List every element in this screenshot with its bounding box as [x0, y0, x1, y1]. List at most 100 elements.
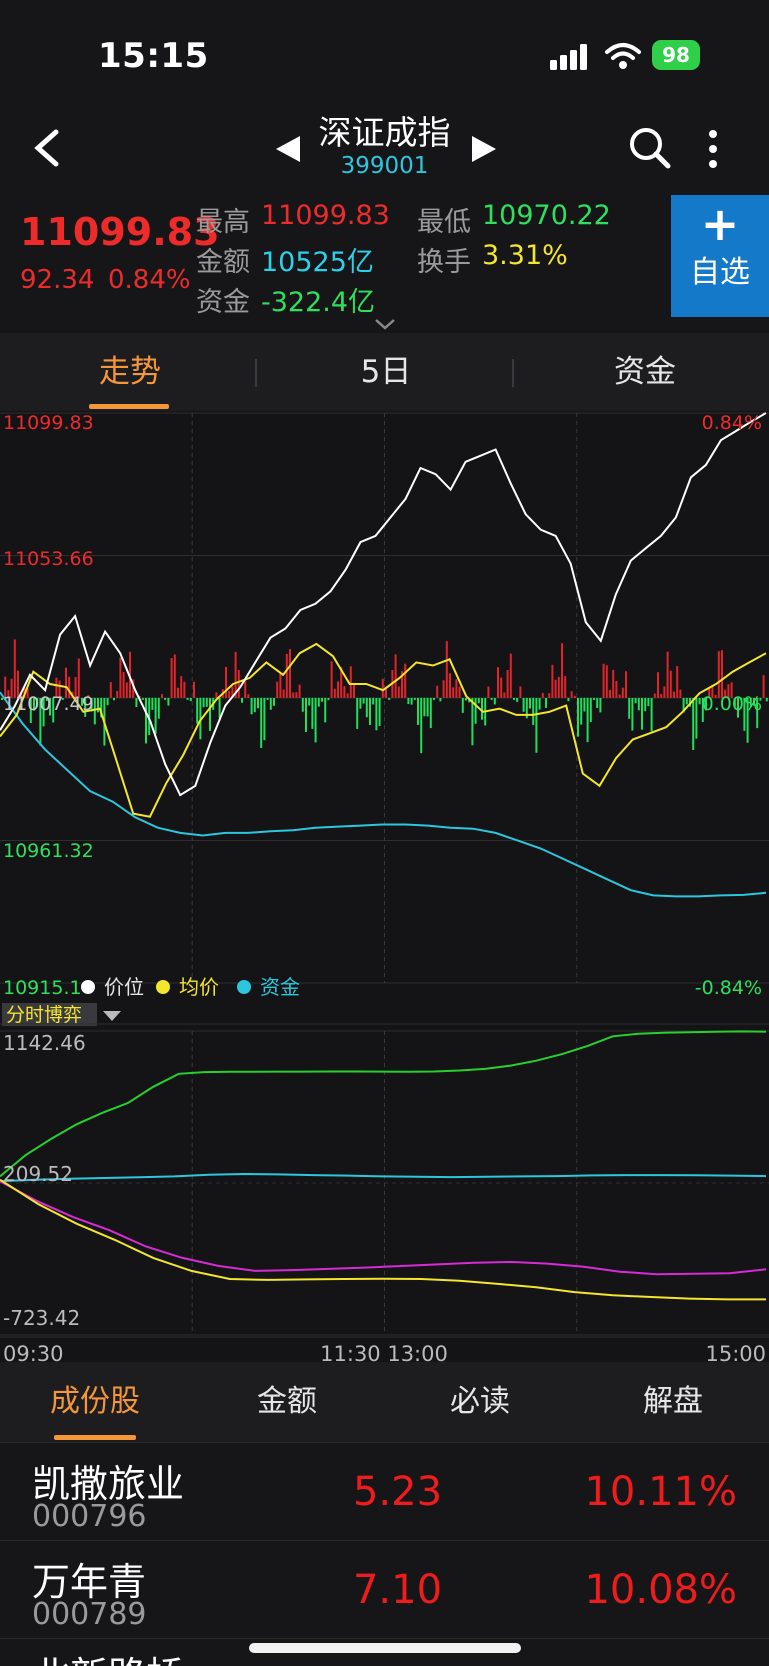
volume-bar — [493, 697, 496, 705]
list-item[interactable]: 万年青 000789 7.10 10.08% — [0, 1540, 769, 1638]
volume-bar — [113, 697, 115, 701]
tab-constituents[interactable]: 成份股 — [30, 1362, 160, 1442]
fund-label: 资金 — [196, 287, 250, 318]
y-label-mid: 11007.49 — [3, 693, 94, 715]
volume-bar — [541, 692, 544, 698]
volume-bar — [628, 697, 631, 719]
volume-bar — [308, 697, 311, 706]
volume-bar — [513, 697, 515, 700]
turnover-label: 换手 — [417, 247, 471, 278]
add-watchlist-button[interactable]: + 自选 — [671, 195, 769, 317]
tab-5day[interactable]: 5日 — [316, 333, 456, 411]
x-label-close: 15:00 — [705, 1342, 766, 1363]
y-label-bottom: 10915.1 — [3, 977, 82, 999]
price-change: 92.34 — [20, 265, 95, 295]
volume-bar — [250, 697, 253, 715]
tab-trend[interactable]: 走势 — [60, 333, 200, 411]
tab-must-read[interactable]: 必读 — [415, 1362, 545, 1442]
sub-y-label-top: 1142.46 — [3, 1031, 86, 1055]
tab-amount[interactable]: 金额 — [222, 1362, 352, 1442]
volume-bar — [353, 683, 355, 698]
volume-bar — [644, 697, 647, 712]
volume-bar — [637, 697, 640, 711]
volume-bar — [167, 697, 170, 706]
volume-bar — [692, 697, 695, 750]
volume-bar — [244, 680, 247, 698]
volume-bar — [337, 681, 339, 698]
volume-bar — [487, 686, 490, 698]
volume-bar — [573, 695, 576, 698]
panel-title[interactable]: 分时博弈 — [6, 1004, 82, 1026]
volume-bar — [298, 684, 301, 698]
legend-fund: 资金 — [260, 975, 300, 999]
volume-bar — [529, 697, 531, 709]
volume-bar — [669, 670, 672, 698]
volume-bar — [596, 697, 599, 709]
volume-bar — [161, 694, 163, 698]
expand-chevron-icon[interactable] — [374, 318, 396, 330]
volume-bar — [410, 697, 413, 705]
volume-bar — [247, 694, 250, 698]
volume-bar — [679, 689, 682, 698]
x-label-noon: 11:30 13:00 — [320, 1342, 448, 1363]
volume-bar — [698, 697, 701, 705]
volume-bar — [618, 694, 621, 698]
volume-bar — [673, 691, 675, 698]
fund-game-chart[interactable]: 分时博弈 1142.46 209.52 -723.42 09:30 11:30 … — [0, 1001, 769, 1363]
volume-bar — [663, 686, 666, 698]
volume-bar — [599, 697, 602, 713]
volume-bar — [145, 697, 147, 744]
volume-bar — [116, 690, 119, 698]
volume-bar — [426, 697, 429, 717]
tab-fund[interactable]: 资金 — [575, 333, 715, 411]
tab-analysis[interactable]: 解盘 — [608, 1362, 738, 1442]
volume-bar — [276, 681, 279, 698]
volume-bar — [413, 697, 416, 700]
pct-label-bottom: -0.84% — [695, 977, 762, 999]
amount-value: 10525亿 — [261, 247, 374, 278]
volume-bar — [269, 697, 272, 710]
volume-bar — [762, 675, 765, 698]
volume-bar — [119, 657, 122, 698]
sub-y-label-mid: 209.52 — [3, 1162, 73, 1186]
volume-bar — [225, 666, 227, 698]
volume-bar — [317, 697, 320, 707]
y-label-lower: 10961.32 — [3, 840, 94, 862]
volume-bar — [378, 697, 381, 727]
volume-bar — [676, 666, 679, 698]
list-item[interactable]: 凯撒旅业 000796 5.23 10.11% — [0, 1442, 769, 1540]
y-label-upper: 11053.66 — [3, 548, 94, 570]
volume-bar — [314, 697, 317, 743]
intraday-chart[interactable]: 11099.83 11053.66 11007.49 10961.32 1091… — [0, 411, 769, 1001]
turnover-value: 3.31% — [482, 240, 568, 271]
volume-bar — [330, 661, 333, 698]
volume-bar — [141, 697, 144, 700]
volume-bar — [602, 663, 605, 698]
volume-bar — [452, 687, 455, 698]
volume-bar — [417, 697, 419, 725]
volume-bar — [765, 697, 768, 702]
volume-bar — [685, 697, 688, 705]
volume-bar — [193, 681, 195, 698]
pct-label-mid: 0.00% — [702, 693, 762, 715]
volume-bar — [586, 697, 589, 743]
volume-bar — [289, 649, 291, 698]
volume-bar — [554, 679, 557, 698]
volume-bar — [423, 697, 426, 717]
volume-bar — [609, 689, 611, 698]
next-index-icon[interactable] — [470, 134, 498, 164]
volume-bar — [461, 697, 464, 713]
volume-bar — [567, 697, 570, 702]
volume-bar — [570, 691, 573, 698]
volume-bar — [333, 688, 336, 698]
volume-bar — [577, 697, 579, 737]
volume-bar — [151, 697, 154, 710]
more-icon[interactable] — [704, 128, 722, 170]
home-indicator — [249, 1643, 521, 1653]
volume-bar — [429, 697, 432, 729]
volume-bar — [205, 697, 208, 707]
volume-bar — [631, 697, 634, 731]
legend-dot-price — [81, 980, 95, 994]
search-icon[interactable] — [628, 126, 672, 170]
volume-bar — [535, 697, 538, 753]
